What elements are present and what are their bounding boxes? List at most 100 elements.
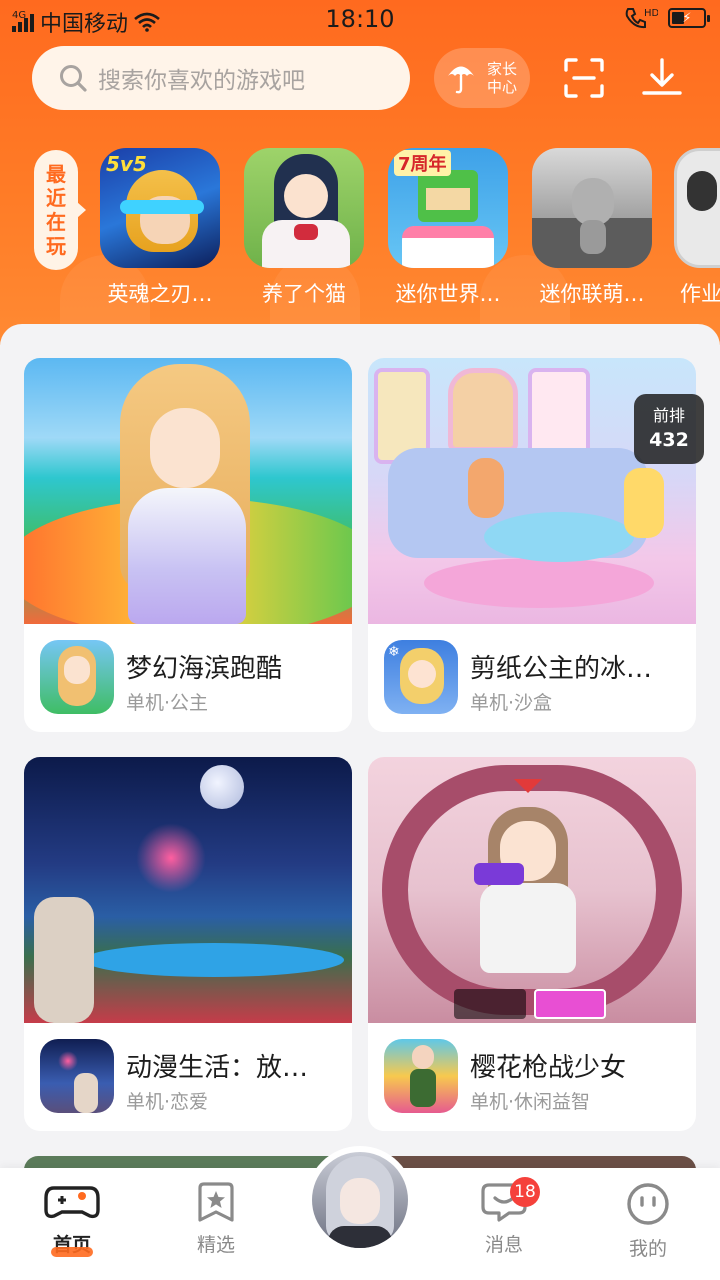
- parent-center-button[interactable]: 家长中心: [434, 48, 530, 108]
- gun: [474, 863, 524, 885]
- game-screenshot: [24, 358, 352, 624]
- recent-game-name: 迷你联萌…: [539, 282, 645, 306]
- nav-featured[interactable]: 精选: [166, 1182, 266, 1257]
- search-bar[interactable]: 搜索你喜欢的游戏吧: [32, 46, 410, 110]
- hd-label: HD: [644, 8, 658, 19]
- scan-icon[interactable]: [562, 56, 606, 100]
- game-tags: 单机·公主: [126, 692, 209, 714]
- game-card-4[interactable]: 樱花枪战少女 单机·休闲益智: [368, 757, 696, 1131]
- game-icon: [532, 148, 652, 268]
- game-icon: 5v5: [100, 148, 220, 268]
- parent-center-text: 家长中心: [486, 60, 517, 96]
- icon-face: [64, 656, 90, 684]
- game-title: 梦幻海滨跑酷: [126, 654, 283, 684]
- game-title: 樱花枪战少女: [470, 1053, 627, 1083]
- game-icon: 7周年: [388, 148, 508, 268]
- recent-game-name: 养了个猫: [262, 282, 346, 306]
- star-bookmark-icon: [198, 1182, 234, 1222]
- doll: [624, 468, 664, 538]
- search-placeholder: 搜索你喜欢的游戏吧: [98, 68, 305, 94]
- nav-me[interactable]: 我的: [598, 1182, 698, 1261]
- figure: [687, 171, 717, 211]
- target-marker: [514, 779, 542, 793]
- recent-game-2[interactable]: 养了个猫: [242, 148, 366, 308]
- icon-face: [408, 660, 436, 688]
- queue-rank-badge[interactable]: 前排 432: [634, 394, 704, 464]
- game-icon: [674, 148, 720, 268]
- nav-label: 精选: [196, 1234, 235, 1256]
- portrait-frame: [448, 368, 518, 452]
- game-icon: [40, 1039, 114, 1113]
- game-card-1[interactable]: 梦幻海滨跑酷 单机·公主: [24, 358, 352, 732]
- recent-game-4[interactable]: 迷你联萌…: [530, 148, 654, 308]
- avatar-outfit: [328, 1226, 392, 1248]
- girl-uniform: [480, 883, 576, 973]
- battery-icon: ⚡: [668, 8, 710, 28]
- recent-game-name: 英魂之刃…: [107, 282, 213, 306]
- game-icon: [40, 640, 114, 714]
- recent-played-tag: 最近在玩: [34, 150, 86, 270]
- game-icon: [244, 148, 364, 268]
- snowflake-icon: ❄: [388, 644, 400, 660]
- weapon-slot-active: [534, 989, 606, 1019]
- character-couple: [34, 897, 94, 1023]
- princess-dress: [128, 488, 246, 624]
- runner-head: [572, 178, 614, 226]
- recent-tag-text: 最近在玩: [46, 162, 66, 258]
- tea-table: [484, 512, 634, 562]
- weapon-slot: [454, 989, 526, 1019]
- icon-caption: 5v5: [106, 152, 147, 176]
- gamepad-icon: [44, 1186, 100, 1219]
- hd-call-icon: HD: [625, 8, 658, 29]
- status-right: HD ⚡: [624, 6, 710, 30]
- princess-face: [150, 408, 220, 488]
- game-card-3[interactable]: 动漫生活：放… 单机·恋爱: [24, 757, 352, 1131]
- charging-bolt-icon: ⚡: [682, 10, 692, 26]
- download-icon[interactable]: [640, 56, 684, 100]
- icon-character: [74, 1073, 98, 1113]
- game-screenshot: [368, 757, 696, 1023]
- game-title: 动漫生活：放…: [126, 1053, 309, 1083]
- game-tags: 单机·休闲益智: [470, 1091, 591, 1113]
- game-tags: 单机·恋爱: [126, 1091, 209, 1113]
- recent-game-name: 作业: [680, 282, 720, 306]
- doll: [468, 458, 504, 518]
- message-count-badge: 18: [510, 1177, 540, 1207]
- avatar: [312, 1152, 408, 1248]
- nav-home[interactable]: 首页: [22, 1182, 122, 1257]
- portrait-frame: [528, 368, 590, 458]
- moon: [200, 765, 244, 809]
- umbrella-icon: [448, 66, 474, 94]
- icon-caption: 7周年: [394, 150, 451, 176]
- icon-body: [410, 1069, 436, 1107]
- girl-bow: [294, 224, 318, 240]
- game-icon: ❄: [384, 640, 458, 714]
- game-tags: 单机·沙盒: [470, 692, 553, 714]
- pool: [84, 943, 344, 977]
- recent-game-5[interactable]: 作业: [674, 148, 720, 308]
- center-avatar-button[interactable]: [306, 1146, 414, 1254]
- block-face: [426, 188, 470, 210]
- recent-game-3[interactable]: 7周年 迷你世界…: [386, 148, 510, 308]
- rug: [424, 558, 654, 608]
- nav-label: 我的: [628, 1238, 667, 1260]
- rank-number: 432: [649, 429, 689, 451]
- cake-icing: [402, 226, 494, 238]
- icon-face: [412, 1045, 434, 1069]
- game-title: 剪纸公主的冰…: [470, 654, 653, 684]
- icon-firework: [58, 1051, 78, 1071]
- parent-center-label: 家长中心: [484, 60, 520, 96]
- game-icon: [384, 1039, 458, 1113]
- hero-visor: [120, 200, 204, 214]
- rank-label: 前排: [652, 406, 685, 425]
- firework: [136, 823, 206, 893]
- girl-face: [284, 174, 328, 218]
- runner-body: [580, 220, 606, 254]
- clock: 18:10: [325, 5, 395, 33]
- avatar-face: [340, 1178, 380, 1224]
- recent-game-name: 迷你世界…: [395, 282, 501, 306]
- recent-game-1[interactable]: 5v5 英魂之刃…: [98, 148, 222, 308]
- smiley-face-icon: [627, 1183, 669, 1225]
- game-screenshot: [24, 757, 352, 1023]
- status-bar: 4G 中国移动 18:10 HD ⚡: [0, 0, 720, 38]
